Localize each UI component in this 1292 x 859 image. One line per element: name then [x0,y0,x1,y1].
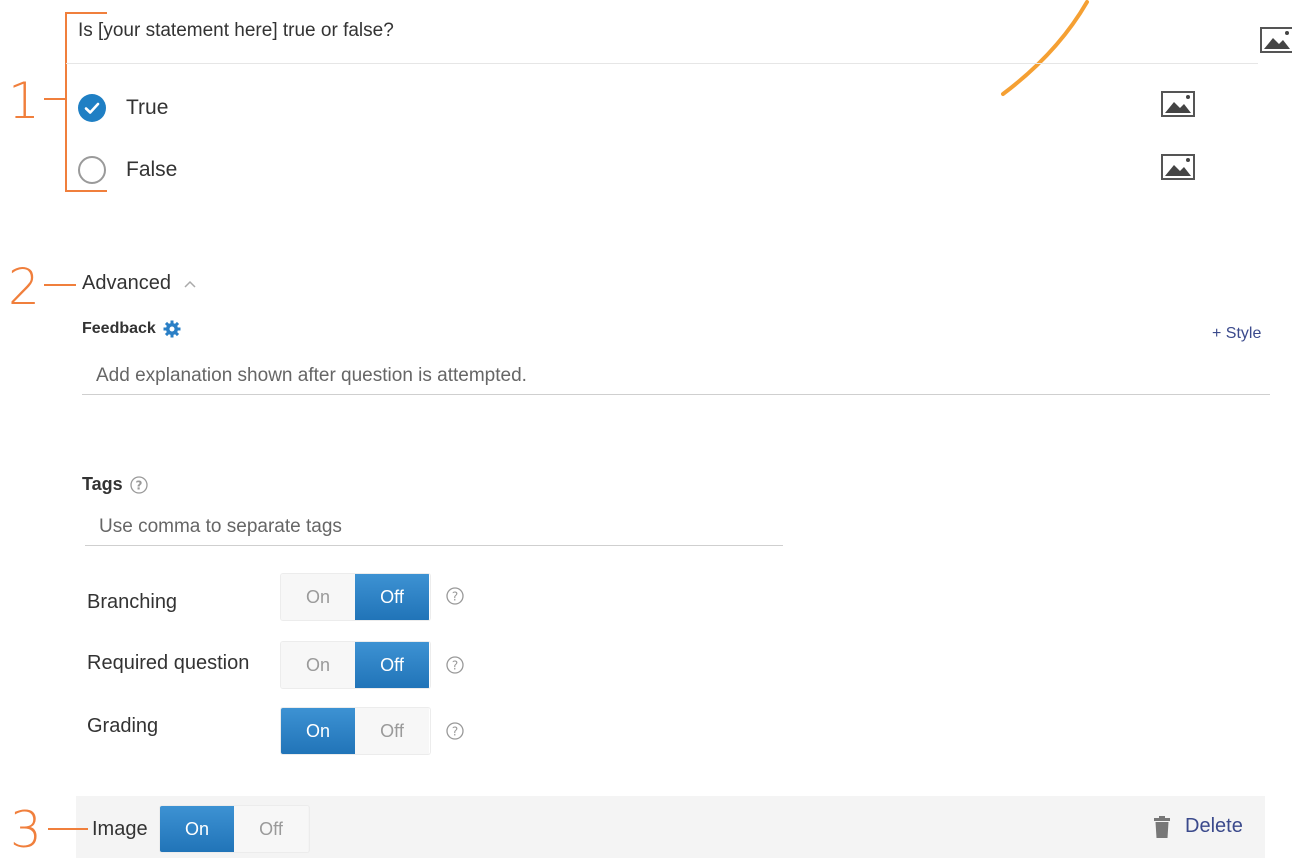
help-icon[interactable]: ? [445,586,465,606]
help-icon[interactable]: ? [445,655,465,675]
chevron-up-icon [184,280,196,288]
tags-input[interactable] [85,508,783,546]
toggle-on[interactable]: On [281,708,355,754]
svg-text:?: ? [452,659,458,673]
grading-toggle[interactable]: On Off [281,708,430,754]
option-label: False [126,158,178,181]
required-question-toggle[interactable]: On Off [281,642,430,688]
option-label: True [126,96,169,119]
check-icon [84,102,100,114]
help-icon[interactable]: ? [445,721,465,741]
svg-text:?: ? [452,725,458,739]
toggle-off[interactable]: Off [355,574,429,620]
arrow-annotation-icon [1001,0,1089,96]
toggle-on[interactable]: On [281,574,355,620]
toggle-off[interactable]: Off [355,642,429,688]
option-false[interactable]: False [78,153,177,187]
branching-toggle[interactable]: On Off [281,574,430,620]
annotation-line-2 [44,284,76,286]
feedback-label-text: Feedback [82,320,156,337]
annotation-marker-2: 2 [8,258,40,316]
svg-text:?: ? [452,590,458,604]
style-link[interactable]: + Style [1212,325,1261,343]
radio-checked[interactable] [78,94,106,122]
delete-label: Delete [1185,815,1243,837]
option-true[interactable]: True [78,91,168,125]
feedback-label: Feedback [82,319,182,339]
branching-label: Branching [87,591,178,613]
image-icon[interactable] [1161,154,1195,180]
image-label: Image [92,818,148,840]
annotation-line-3 [48,828,88,830]
radio-unchecked[interactable] [78,156,106,184]
delete-button[interactable]: Delete [1154,815,1243,838]
tags-label: Tags ? [82,474,149,495]
toggle-off[interactable]: Off [355,708,429,754]
svg-text:?: ? [135,478,142,492]
question-divider [66,63,1258,64]
feedback-input[interactable] [82,357,1270,395]
image-icon[interactable] [1161,91,1195,117]
advanced-title: Advanced [82,272,171,294]
image-icon[interactable] [1260,27,1292,53]
gear-icon[interactable] [162,319,182,339]
advanced-toggle[interactable]: Advanced [82,272,197,295]
help-icon[interactable]: ? [129,475,149,495]
annotation-line-1 [44,98,66,100]
annotation-marker-3: 3 [10,801,42,859]
tags-label-text: Tags [82,474,123,494]
annotation-marker-1: 1 [8,72,40,130]
toggle-off[interactable]: Off [234,806,308,852]
required-question-label: Required question [87,652,250,674]
toggle-on[interactable]: On [160,806,234,852]
trash-icon [1154,815,1170,838]
grading-label: Grading [87,715,159,737]
toggle-on[interactable]: On [281,642,355,688]
question-text[interactable]: Is [your statement here] true or false? [78,20,394,42]
image-toggle[interactable]: On Off [160,806,309,852]
